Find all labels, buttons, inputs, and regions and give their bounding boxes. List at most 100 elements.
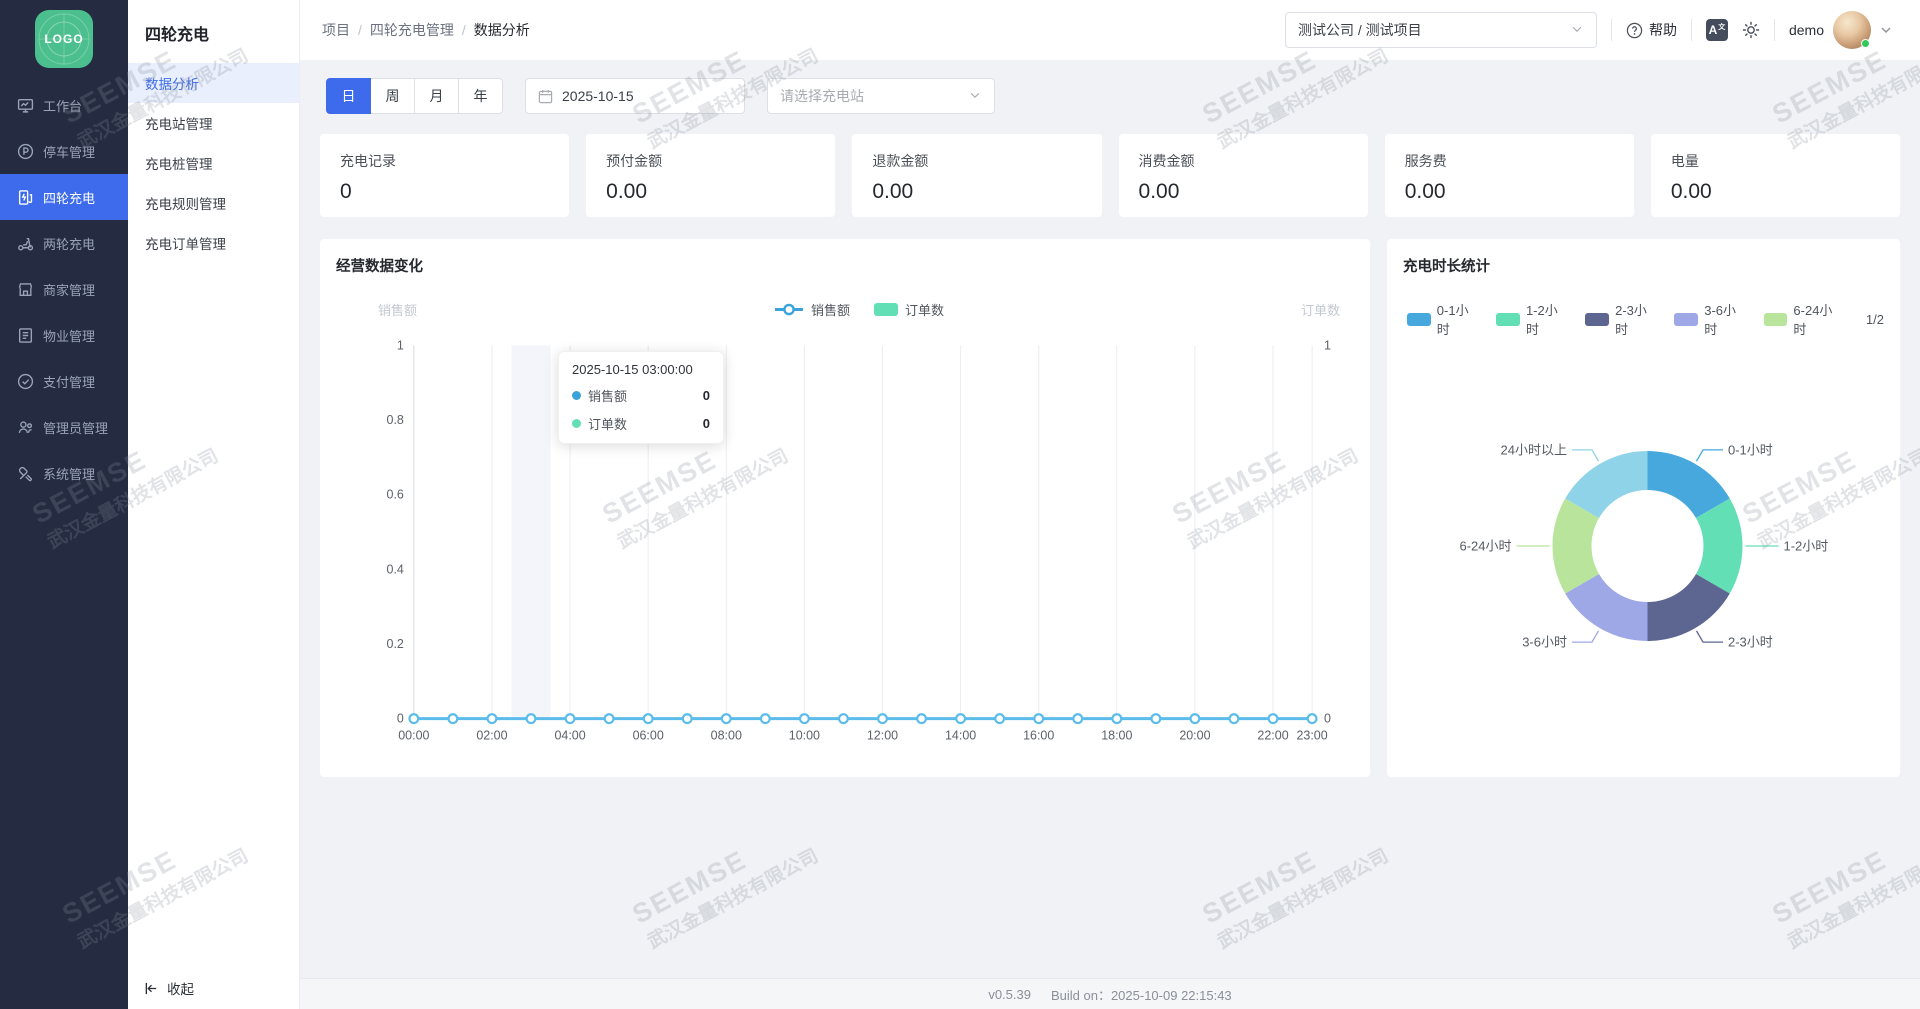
svg-text:04:00: 04:00	[554, 729, 585, 743]
users-icon	[17, 419, 34, 436]
sidebar-item-label: 两轮充电	[43, 234, 95, 253]
stat-value: 0.00	[872, 180, 1081, 204]
divider	[1611, 19, 1612, 41]
translate-icon[interactable]: A文	[1706, 19, 1728, 41]
legend-swatch	[1585, 313, 1609, 326]
sidebar-item-label: 管理员管理	[43, 418, 108, 437]
sidebar-item-ev2[interactable]: 两轮充电	[0, 220, 128, 266]
svg-text:2-3小时: 2-3小时	[1728, 635, 1773, 650]
sidebar-item-label: 四轮充电	[43, 188, 95, 207]
svg-text:14:00: 14:00	[945, 729, 976, 743]
period-tab-3[interactable]: 年	[458, 78, 503, 114]
series-dot-icon	[572, 419, 581, 428]
user-menu[interactable]: demo	[1789, 11, 1892, 49]
period-segmented-control: 日周月年	[326, 78, 503, 114]
station-select[interactable]: 请选择充电站	[767, 78, 995, 114]
donut-legend-item-1[interactable]: 1-2小时	[1496, 300, 1570, 338]
main-column: 项目 / 四轮充电管理 / 数据分析 测试公司 / 测试项目	[300, 0, 1920, 1009]
stat-label: 充电记录	[340, 151, 549, 171]
sidebar-item-admin[interactable]: 管理员管理	[0, 404, 128, 450]
legend-swatch	[1674, 313, 1698, 326]
svg-text:16:00: 16:00	[1023, 729, 1054, 743]
submenu-item-4[interactable]: 充电订单管理	[128, 223, 299, 263]
period-tab-2[interactable]: 月	[414, 78, 459, 114]
donut-legend-item-3[interactable]: 3-6小时	[1674, 300, 1748, 338]
submenu-item-3[interactable]: 充电规则管理	[128, 183, 299, 223]
version-label: v0.5.39	[988, 987, 1031, 1002]
stat-label: 服务费	[1405, 151, 1614, 171]
svg-text:3-6小时: 3-6小时	[1522, 635, 1567, 650]
svg-text:1-2小时: 1-2小时	[1784, 539, 1829, 554]
tooltip-title: 2025-10-15 03:00:00	[572, 362, 710, 377]
svg-text:06:00: 06:00	[633, 729, 664, 743]
legend-label: 2-3小时	[1615, 300, 1659, 338]
footer-bar: v0.5.39 Build on：2025-10-09 22:15:43	[300, 978, 1920, 1009]
svg-text:6-24小时: 6-24小时	[1459, 539, 1511, 554]
username: demo	[1789, 22, 1824, 38]
app-logo[interactable]: LOGO	[35, 10, 93, 68]
content-area: 日周月年 请选择充电站 充电记录0预付金额0.00退款金额0.00消费金额0.0…	[300, 60, 1920, 978]
breadcrumb-module[interactable]: 四轮充电管理	[370, 20, 454, 40]
build-info: Build on：2025-10-09 22:15:43	[1051, 985, 1232, 1004]
svg-text:0-1小时: 0-1小时	[1728, 442, 1773, 457]
project-select[interactable]: 测试公司 / 测试项目	[1285, 12, 1597, 48]
submenu-item-label: 数据分析	[145, 73, 199, 93]
date-input[interactable]	[562, 88, 732, 104]
module-title: 四轮充电	[128, 0, 299, 63]
legend-label: 6-24小时	[1793, 300, 1845, 338]
right-axis-name: 订单数	[1301, 300, 1340, 319]
secondary-nav: 数据分析充电站管理充电桩管理充电规则管理充电订单管理	[128, 63, 299, 263]
app-root: LOGO 工作台停车管理四轮充电两轮充电商家管理物业管理支付管理管理员管理系统管…	[0, 0, 1920, 1009]
left-axis-name: 销售额	[378, 300, 417, 319]
legend-pagination[interactable]: 1/2	[1866, 312, 1884, 327]
sidebar-item-label: 物业管理	[43, 326, 95, 345]
chevron-down-icon	[968, 88, 982, 105]
sidebar-item-workbench[interactable]: 工作台	[0, 82, 128, 128]
donut-legend-item-0[interactable]: 0-1小时	[1407, 300, 1481, 338]
donut-chart[interactable]: 0-1小时1-2小时2-3小时3-6小时6-24小时24小时以上	[1403, 338, 1884, 738]
sidebar-item-merchant[interactable]: 商家管理	[0, 266, 128, 312]
help-button[interactable]: 帮助	[1626, 20, 1677, 40]
collapse-sidebar-button[interactable]: 收起	[128, 967, 299, 1009]
tooltip-series-name: 销售额	[588, 386, 627, 405]
charts-row: 经营数据变化 销售额 销售额订单数 订单数 00.20.40.60.810100…	[320, 239, 1900, 777]
svg-text:23:00: 23:00	[1296, 729, 1327, 743]
legend-item-1[interactable]: 订单数	[874, 300, 944, 319]
sidebar-item-parking[interactable]: 停车管理	[0, 128, 128, 174]
submenu-item-1[interactable]: 充电站管理	[128, 103, 299, 143]
svg-text:0.4: 0.4	[387, 562, 404, 576]
legend-swatch	[874, 303, 898, 316]
sidebar-item-system[interactable]: 系统管理	[0, 450, 128, 496]
sidebar-item-property[interactable]: 物业管理	[0, 312, 128, 358]
line-chart[interactable]: 00.20.40.60.810100:0002:0004:0006:0008:0…	[336, 319, 1354, 771]
stat-value: 0.00	[1405, 180, 1614, 204]
submenu-item-2[interactable]: 充电桩管理	[128, 143, 299, 183]
brightness-icon[interactable]	[1742, 21, 1760, 39]
submenu-item-0[interactable]: 数据分析	[128, 63, 299, 103]
collapse-label: 收起	[167, 978, 194, 998]
tooltip-row: 销售额0	[572, 386, 710, 405]
legend-item-0[interactable]: 销售额	[774, 300, 850, 319]
series-dot-icon	[572, 391, 581, 400]
legend-swatch	[1407, 313, 1431, 326]
donut-legend-item-4[interactable]: 6-24小时	[1764, 300, 1845, 338]
date-picker[interactable]	[525, 78, 745, 114]
sidebar-item-label: 工作台	[43, 96, 82, 115]
list-icon	[17, 327, 34, 344]
stat-card-0: 充电记录0	[320, 134, 569, 217]
period-tab-1[interactable]: 周	[370, 78, 415, 114]
donut-legend-item-2[interactable]: 2-3小时	[1585, 300, 1659, 338]
sidebar-item-payment[interactable]: 支付管理	[0, 358, 128, 404]
breadcrumb-project[interactable]: 项目	[322, 20, 350, 40]
tooltip-row: 订单数0	[572, 414, 710, 433]
scooter-icon	[17, 235, 34, 252]
svg-text:18:00: 18:00	[1101, 729, 1132, 743]
submenu-item-label: 充电站管理	[145, 113, 213, 133]
svg-text:20:00: 20:00	[1179, 729, 1210, 743]
stat-label: 退款金额	[872, 151, 1081, 171]
header-actions: 测试公司 / 测试项目 帮助 A文	[1285, 11, 1892, 49]
period-tab-0[interactable]: 日	[326, 78, 371, 114]
sidebar-item-label: 系统管理	[43, 464, 95, 483]
chart-tooltip: 2025-10-15 03:00:00 销售额0 订单数0	[558, 351, 724, 444]
sidebar-item-ev4[interactable]: 四轮充电	[0, 174, 128, 220]
